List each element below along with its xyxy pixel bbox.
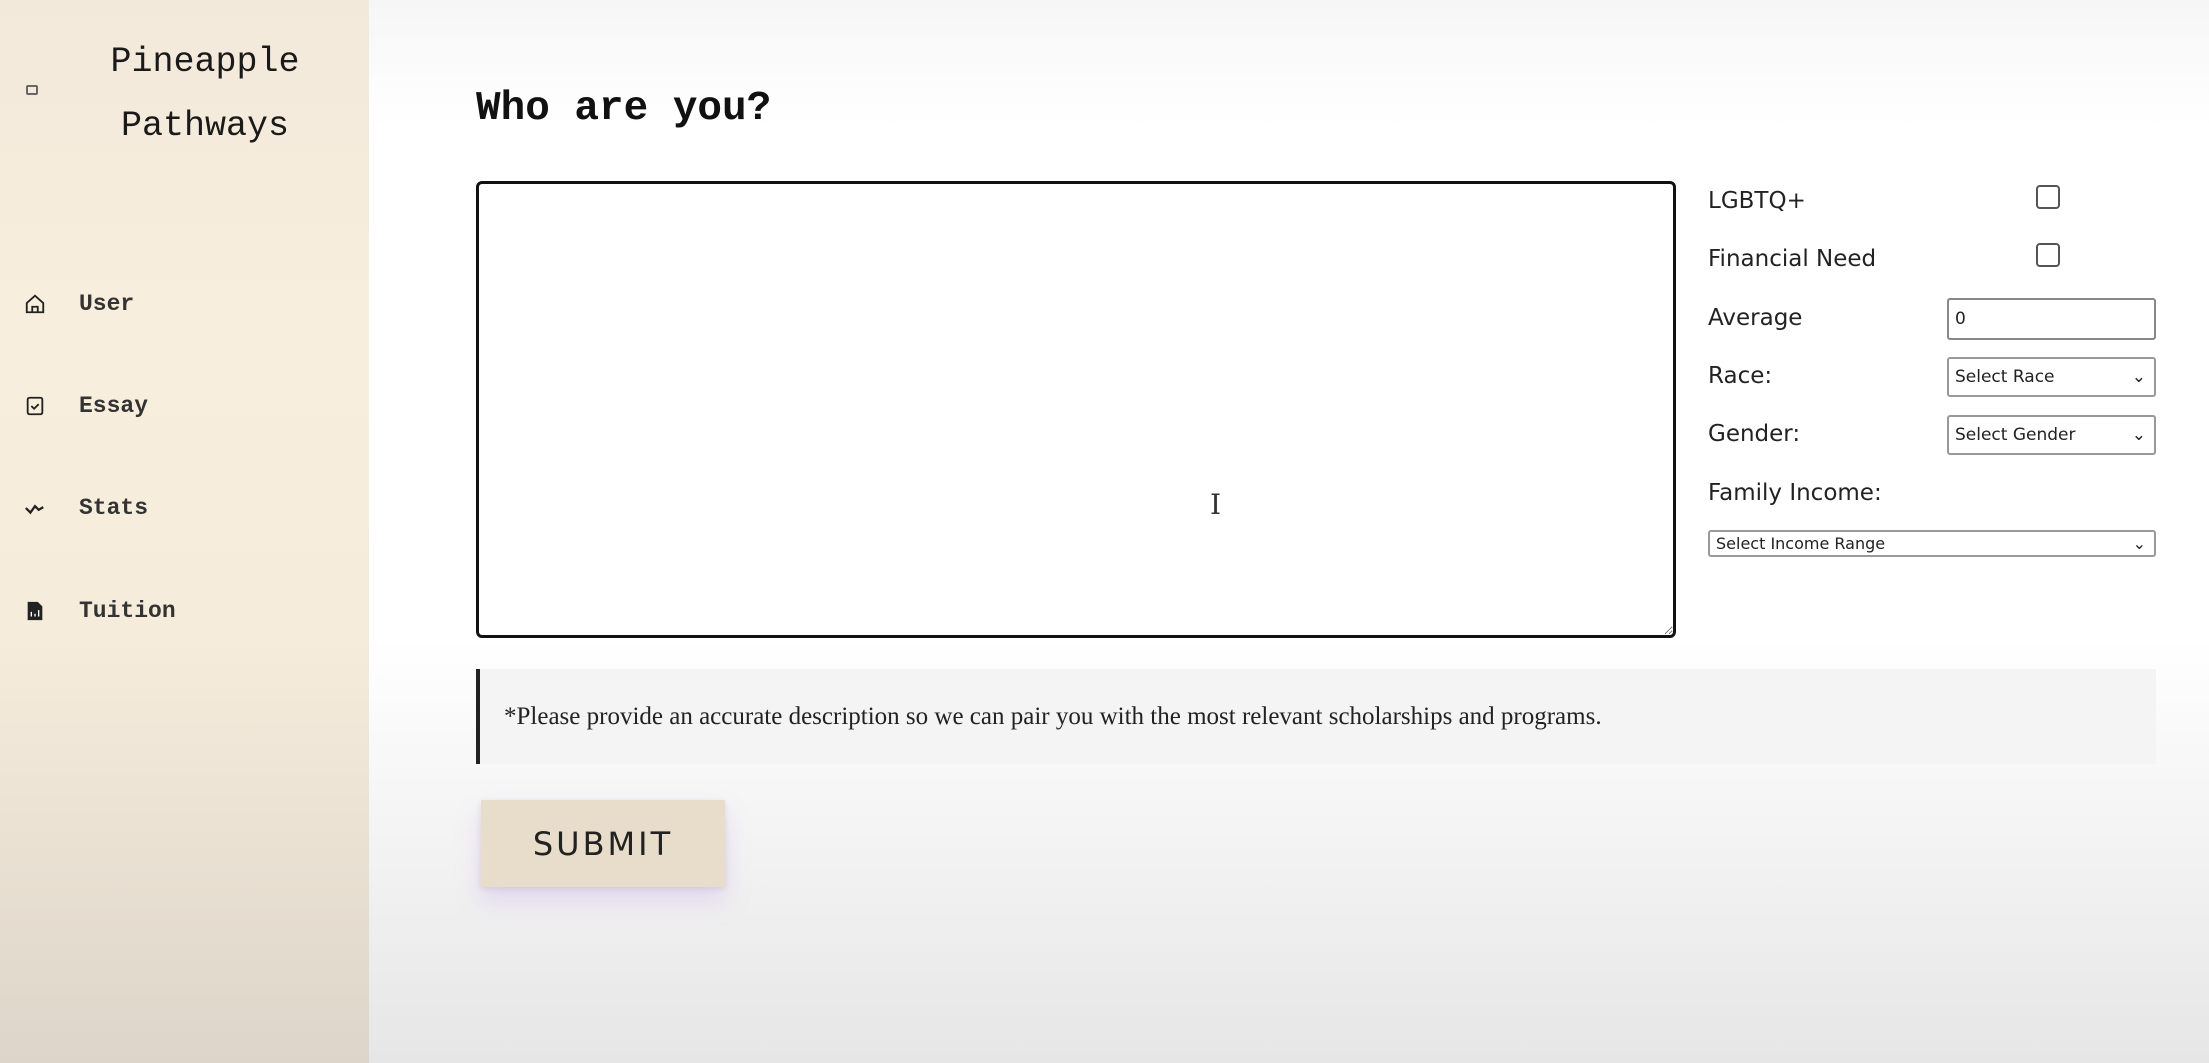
income-select-value: Select Income Range bbox=[1716, 534, 1886, 553]
brand-line-2: Pathways bbox=[120, 106, 290, 146]
average-input[interactable]: 0 bbox=[1947, 298, 2156, 340]
home-icon bbox=[25, 294, 45, 314]
page-title: Who are you? bbox=[476, 86, 772, 132]
gender-label: Gender: bbox=[1708, 421, 1801, 447]
lgbtq-checkbox[interactable] bbox=[2036, 185, 2060, 209]
sidebar-item-label: Essay bbox=[79, 393, 149, 419]
sidebar-item-user[interactable]: User bbox=[24, 284, 134, 324]
description-textarea[interactable] bbox=[476, 181, 1676, 638]
income-select[interactable]: Select Income Range ⌄ bbox=[1708, 530, 2156, 557]
race-label: Race: bbox=[1708, 363, 1773, 389]
sidebar-item-essay[interactable]: Essay bbox=[24, 386, 148, 426]
activity-icon bbox=[25, 504, 44, 515]
logo-image-icon bbox=[26, 85, 38, 95]
financial-need-label: Financial Need bbox=[1708, 246, 1877, 272]
chevron-down-icon: ⌄ bbox=[2131, 425, 2146, 445]
financial-need-checkbox[interactable] bbox=[2036, 243, 2060, 267]
info-note: *Please provide an accurate description … bbox=[476, 669, 2156, 764]
chevron-down-icon: ⌄ bbox=[2131, 367, 2146, 387]
family-income-label: Family Income: bbox=[1708, 480, 1882, 506]
sidebar-item-label: User bbox=[79, 291, 135, 317]
gender-select[interactable]: Select Gender ⌄ bbox=[1947, 415, 2156, 455]
info-note-text: *Please provide an accurate description … bbox=[504, 702, 1602, 730]
clipboard-check-icon bbox=[26, 396, 44, 416]
brand-title: Pineapple Pathways bbox=[70, 30, 340, 158]
text-cursor-icon: I bbox=[1210, 488, 1222, 521]
sidebar: Pineapple Pathways User Essay Stats Tuiti… bbox=[0, 0, 369, 1063]
lgbtq-label: LGBTQ+ bbox=[1708, 188, 1806, 214]
submit-button[interactable]: SUBMIT bbox=[481, 800, 725, 887]
race-select[interactable]: Select Race ⌄ bbox=[1947, 357, 2156, 397]
document-icon bbox=[27, 601, 43, 621]
chevron-down-icon: ⌄ bbox=[2132, 534, 2146, 553]
average-label: Average bbox=[1708, 305, 1803, 331]
gender-select-value: Select Gender bbox=[1955, 425, 2076, 445]
sidebar-item-label: Stats bbox=[79, 495, 149, 521]
sidebar-item-label: Tuition bbox=[79, 598, 176, 624]
sidebar-item-tuition[interactable]: Tuition bbox=[24, 591, 176, 631]
brand-line-1: Pineapple bbox=[110, 42, 300, 82]
race-select-value: Select Race bbox=[1955, 367, 2055, 387]
sidebar-item-stats[interactable]: Stats bbox=[24, 488, 148, 528]
